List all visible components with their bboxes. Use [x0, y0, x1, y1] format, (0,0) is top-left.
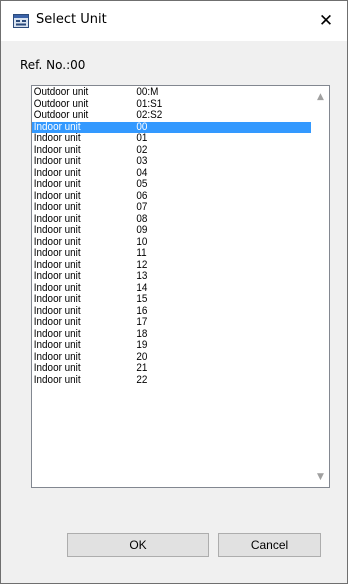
ok-button[interactable]: OK: [67, 533, 209, 557]
unit-type: Indoor unit: [33, 373, 81, 386]
vertical-scrollbar[interactable]: ▲ ▼: [312, 86, 329, 487]
scroll-down-arrow-icon[interactable]: ▼: [312, 468, 329, 485]
scroll-up-arrow-icon[interactable]: ▲: [312, 88, 329, 105]
unit-list: Outdoor unit 00:M Outdoor unit 01:S1 Outdoor…: [32, 86, 312, 387]
window-title: Select Unit: [36, 12, 107, 27]
close-icon[interactable]: ✕: [311, 7, 341, 35]
ref-number-label: Ref. No.:00: [20, 58, 86, 72]
list-item[interactable]: Indoor unit 22: [32, 373, 311, 387]
select-unit-dialog: Select Unit ✕ Ref. No.:00 Outdoor unit 00…: [0, 0, 348, 584]
unit-listbox[interactable]: Outdoor unit 00:M Outdoor unit 01:S1 Outdoor…: [31, 85, 330, 488]
cancel-button[interactable]: Cancel: [218, 533, 321, 557]
title-bar: Select Unit ✕: [1, 1, 347, 41]
app-window-icon: [13, 13, 29, 28]
unit-number: 22: [136, 373, 148, 386]
